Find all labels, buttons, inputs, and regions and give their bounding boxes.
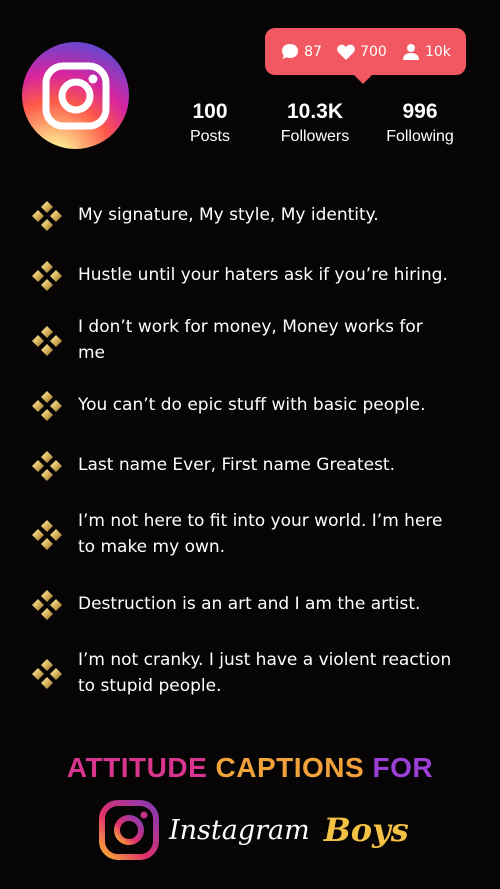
stat-label: Following — [386, 128, 454, 145]
diamond-bullet-icon — [32, 261, 62, 291]
comments-count: 87 — [280, 42, 322, 62]
title-word-attitude: ATTITUDE — [66, 752, 208, 783]
stat-followers[interactable]: 10.3K Followers — [265, 100, 365, 146]
footer-title: ATTITUDE CAPTIONS FOR — [0, 752, 500, 784]
brand-name: Instagram — [169, 814, 310, 846]
caption-item: My signature, My style, My identity. — [30, 201, 480, 233]
followers-count: 10k — [401, 42, 451, 62]
stat-value: 100 — [192, 100, 228, 123]
profile-stats: 100 Posts 10.3K Followers 996 Following — [160, 100, 470, 146]
diamond-bullet-icon — [32, 326, 62, 356]
caption-text: Last name Ever, First name Greatest. — [78, 455, 395, 475]
caption-item: Destruction is an art and I am the artis… — [30, 590, 480, 622]
stat-label: Posts — [189, 128, 230, 145]
caption-text: My signature, My style, My identity. — [78, 205, 379, 225]
caption-text: I’m not here to fit into your world. I’m… — [78, 511, 443, 557]
comments-value: 87 — [304, 43, 322, 60]
caption-item: You can’t do epic stuff with basic peopl… — [30, 391, 480, 423]
instagram-outline-icon — [99, 800, 159, 860]
title-word-for: FOR — [372, 752, 434, 783]
diamond-bullet-icon — [32, 520, 62, 550]
footer-brand: Instagram Boys — [97, 795, 417, 865]
caption-text: I don’t work for money, Money works for m… — [78, 317, 423, 363]
stat-posts[interactable]: 100 Posts — [160, 100, 260, 146]
caption-item: Last name Ever, First name Greatest. — [30, 451, 480, 483]
caption-text: I’m not cranky. I just have a violent re… — [78, 650, 452, 696]
user-icon — [402, 43, 419, 60]
diamond-bullet-icon — [32, 451, 62, 481]
caption-item: I’m not here to fit into your world. I’m… — [30, 508, 480, 560]
caption-item: Hustle until your haters ask if you’re h… — [30, 261, 480, 293]
stat-label: Followers — [280, 128, 350, 145]
instagram-logo-icon — [22, 42, 129, 149]
stat-following[interactable]: 996 Following — [370, 100, 470, 146]
stat-value: 996 — [402, 100, 438, 123]
followers-value: 10k — [424, 43, 451, 60]
caption-item: I’m not cranky. I just have a violent re… — [30, 647, 480, 699]
camera-icon — [42, 62, 109, 129]
caption-text: You can’t do epic stuff with basic peopl… — [78, 395, 426, 415]
likes-count: 700 — [336, 42, 387, 62]
diamond-bullet-icon — [32, 201, 62, 231]
diamond-bullet-icon — [32, 590, 62, 620]
title-word-captions: CAPTIONS — [215, 752, 365, 783]
likes-value: 700 — [360, 43, 387, 60]
caption-item: I don’t work for money, Money works for m… — [30, 314, 480, 366]
caption-text: Hustle until your haters ask if you’re h… — [78, 265, 448, 285]
diamond-bullet-icon — [32, 659, 62, 689]
notification-bubble: 87 700 10k — [265, 28, 466, 84]
stat-value: 10.3K — [286, 100, 344, 123]
comment-icon — [282, 43, 299, 59]
diamond-bullet-icon — [32, 391, 62, 421]
brand-suffix: Boys — [323, 811, 409, 849]
caption-text: Destruction is an art and I am the artis… — [78, 594, 421, 614]
heart-icon — [337, 44, 355, 60]
